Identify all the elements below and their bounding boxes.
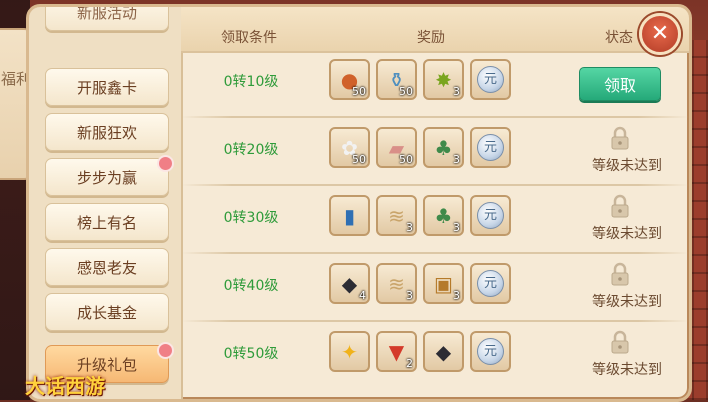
reward-items: ▮ ≋ 3 ♣ 3 元: [329, 195, 511, 236]
menu-item-new-server-carnival[interactable]: 新服狂欢: [45, 113, 169, 151]
coin-face: 元: [477, 338, 504, 365]
menu-item-new-server-event[interactable]: 新服活动: [45, 7, 169, 31]
lock-icon: [611, 262, 629, 286]
coin-face: 元: [477, 66, 504, 93]
reward-item-slot[interactable]: ✿ 50: [329, 127, 370, 168]
menu-item-step-by-step[interactable]: 步步为赢: [45, 155, 174, 196]
reward-item-slot[interactable]: ⚱ 50: [376, 59, 417, 100]
reward-row: 0转30级 ▮ ≋ 3 ♣ 3 元等级未达到: [181, 189, 689, 249]
level-condition: 0转50级: [223, 346, 279, 362]
close-icon: ✕: [650, 21, 670, 46]
game-logo: 大话西游: [25, 373, 105, 398]
reward-items: ● 50 ⚱ 50 ✸ 3 元: [329, 59, 511, 100]
item-count: 50: [352, 85, 366, 98]
menu-item-growth-fund[interactable]: 成长基金: [45, 293, 169, 331]
row-divider: [181, 184, 689, 186]
notification-dot: [157, 342, 174, 359]
item-count: 3: [453, 153, 460, 166]
row-divider: [181, 116, 689, 118]
reward-item-slot[interactable]: ▰ 50: [376, 127, 417, 168]
status-cell: 等级未达到: [565, 189, 689, 249]
header-status: 状态: [605, 30, 633, 46]
silver-coin-icon: 元: [472, 265, 509, 302]
yellow-star-icon: ✦: [341, 339, 358, 364]
reward-row: 0转10级 ● 50 ⚱ 50 ✸ 3 元 领取: [181, 53, 689, 113]
reward-item-slot[interactable]: ✦: [329, 331, 370, 372]
status-cell: 领取: [565, 53, 689, 113]
reward-item-slot[interactable]: ◆ 4: [329, 263, 370, 304]
reward-items: ✦ ▼ 2 ◆ 元: [329, 331, 511, 372]
menu-item-old-friends[interactable]: 感恩老友: [45, 248, 169, 286]
status-cell: 等级未达到: [565, 257, 689, 317]
header-condition: 领取条件: [221, 30, 277, 46]
reward-row: 0转20级 ✿ 50 ▰ 50 ♣ 3 元等级未达到: [181, 121, 689, 181]
reward-item-slot[interactable]: ▼ 2: [376, 331, 417, 372]
lock-icon: [611, 194, 629, 218]
coin-face: 元: [477, 202, 504, 229]
reward-item-slot[interactable]: ≋ 3: [376, 195, 417, 236]
item-count: 3: [453, 85, 460, 98]
table-header: 领取条件 奖励 状态: [181, 7, 689, 53]
lock-icon: [611, 330, 629, 354]
reward-row: 0转50级 ✦ ▼ 2 ◆ 元等级未达到: [181, 325, 689, 385]
welfare-panel: 新服活动 开服鑫卡 新服狂欢 步步为赢 榜上有名 感恩老友 成长基金 升级礼包 …: [26, 4, 692, 402]
menu-item-leaderboard[interactable]: 榜上有名: [45, 203, 169, 241]
lock-icon: [611, 126, 629, 150]
reward-item-slot[interactable]: ≋ 3: [376, 263, 417, 304]
item-count: 50: [352, 153, 366, 166]
menu-item-opening-card[interactable]: 开服鑫卡: [45, 68, 169, 106]
item-count: 2: [406, 357, 413, 370]
status-cell: 等级未达到: [565, 325, 689, 385]
silver-coin-icon: 元: [472, 129, 509, 166]
reward-item-slot[interactable]: ◆: [423, 331, 464, 372]
coin-face: 元: [477, 134, 504, 161]
black-stone-icon: ◆: [435, 339, 452, 364]
status-text: 等级未达到: [592, 226, 662, 242]
close-button[interactable]: ✕: [639, 13, 681, 55]
reward-row: 0转40级 ◆ 4 ≋ 3 ▣ 3 元等级未达到: [181, 257, 689, 317]
header-reward: 奖励: [417, 30, 445, 46]
coin-face: 元: [477, 270, 504, 297]
reward-item-slot[interactable]: ✸ 3: [423, 59, 464, 100]
reward-item-slot[interactable]: 元: [470, 59, 511, 100]
status-text: 等级未达到: [592, 158, 662, 174]
item-count: 3: [406, 289, 413, 302]
reward-item-slot[interactable]: ▣ 3: [423, 263, 464, 304]
status-text: 等级未达到: [592, 362, 662, 378]
row-divider: [181, 252, 689, 254]
item-count: 50: [399, 85, 413, 98]
silver-coin-icon: 元: [472, 333, 509, 370]
notification-dot: [157, 155, 174, 172]
status-text: 等级未达到: [592, 294, 662, 310]
status-cell: 等级未达到: [565, 121, 689, 181]
row-divider: [181, 320, 689, 322]
level-condition: 0转10级: [223, 74, 279, 90]
reward-item-slot[interactable]: ♣ 3: [423, 195, 464, 236]
reward-item-slot[interactable]: 元: [470, 331, 511, 372]
claim-button[interactable]: 领取: [579, 67, 661, 101]
silver-coin-icon: 元: [472, 61, 509, 98]
activity-menu: 新服活动 开服鑫卡 新服狂欢 步步为赢 榜上有名 感恩老友 成长基金 升级礼包: [29, 7, 183, 399]
item-count: 3: [453, 221, 460, 234]
item-count: 3: [453, 289, 460, 302]
level-condition: 0转20级: [223, 142, 279, 158]
reward-item-slot[interactable]: 元: [470, 263, 511, 304]
item-count: 50: [399, 153, 413, 166]
reward-item-slot[interactable]: 元: [470, 127, 511, 168]
item-count: 4: [359, 289, 366, 302]
item-count: 3: [406, 221, 413, 234]
level-condition: 0转40级: [223, 278, 279, 294]
blue-book-icon: ▮: [343, 203, 355, 228]
reward-items: ◆ 4 ≋ 3 ▣ 3 元: [329, 263, 511, 304]
level-condition: 0转30级: [223, 210, 279, 226]
reward-item-slot[interactable]: 元: [470, 195, 511, 236]
reward-item-slot[interactable]: ♣ 3: [423, 127, 464, 168]
silver-coin-icon: 元: [472, 197, 509, 234]
reward-item-slot[interactable]: ▮: [329, 195, 370, 236]
reward-item-slot[interactable]: ● 50: [329, 59, 370, 100]
reward-items: ✿ 50 ▰ 50 ♣ 3 元: [329, 127, 511, 168]
